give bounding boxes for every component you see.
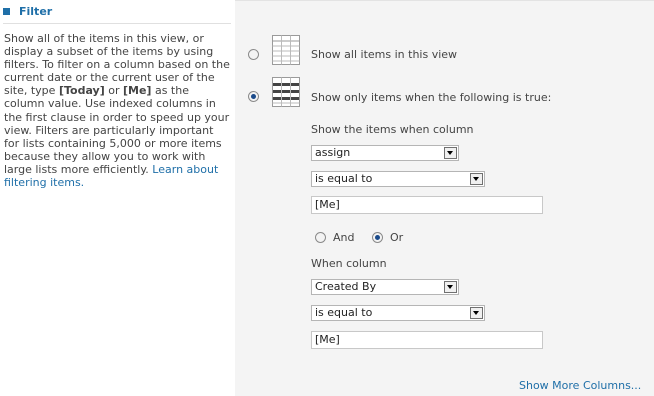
clause2-value-input[interactable]: [Me] (311, 331, 543, 349)
clause1-operator-value: is equal to (315, 172, 373, 185)
clause1-column-value: assign (315, 146, 351, 159)
filter-description-pane: Filter Show all of the items in this vie… (0, 0, 235, 396)
clause2-operator-select[interactable]: is equal to (311, 305, 485, 321)
filter-description: Show all of the items in this view, or d… (4, 32, 232, 189)
chevron-down-icon (470, 173, 483, 185)
chevron-down-icon (444, 147, 457, 159)
and-label: And (333, 231, 355, 244)
chevron-down-icon (470, 307, 483, 319)
clause1-column-select[interactable]: assign (311, 145, 459, 161)
clause2-column-select[interactable]: Created By (311, 279, 459, 295)
description-or: or (104, 84, 123, 98)
show-filtered-radio[interactable] (248, 91, 259, 102)
clause2-column-value: Created By (315, 280, 377, 293)
section-header: Filter (3, 4, 231, 24)
clause2-label: When column (311, 257, 387, 270)
show-all-radio[interactable] (248, 49, 259, 60)
or-label: Or (390, 231, 404, 244)
show-filtered-label: Show only items when the following is tr… (311, 91, 552, 104)
clause1-value-input[interactable]: [Me] (311, 196, 543, 214)
clause1-label: Show the items when column (311, 123, 474, 136)
and-radio[interactable] (315, 232, 326, 243)
show-more-columns-link[interactable]: Show More Columns... (519, 379, 641, 392)
filter-options-pane: Show all items in this view Show only it… (235, 0, 654, 396)
me-token: [Me] (122, 84, 152, 98)
section-title: Filter (19, 5, 53, 18)
or-radio[interactable] (372, 232, 383, 243)
section-marker-icon (3, 8, 10, 15)
clause2-operator-value: is equal to (315, 306, 373, 319)
today-token: [Today] (58, 84, 105, 98)
show-all-label: Show all items in this view (311, 48, 458, 61)
clause1-operator-select[interactable]: is equal to (311, 171, 485, 187)
grid-list-icon (272, 35, 300, 65)
chevron-down-icon (444, 281, 457, 293)
filtered-grid-icon (272, 77, 300, 107)
